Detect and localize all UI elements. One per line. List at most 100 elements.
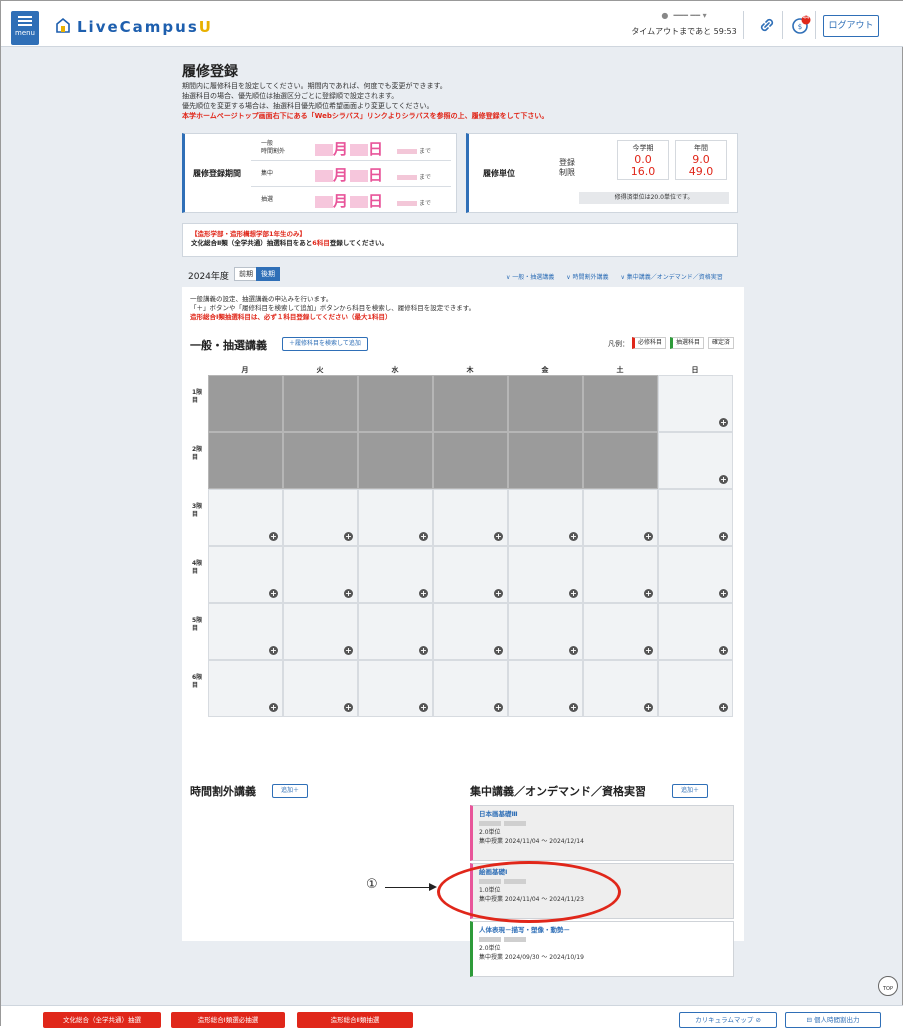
timetable-cell[interactable]: + xyxy=(658,489,733,546)
timetable-cell[interactable]: + xyxy=(658,546,733,603)
tab-first-term[interactable]: 前期 xyxy=(234,267,258,281)
timetable-cell[interactable]: + xyxy=(358,660,433,717)
timetable-cell[interactable]: + xyxy=(433,489,508,546)
add-course-plus-icon[interactable]: + xyxy=(569,646,578,655)
add-course-plus-icon[interactable]: + xyxy=(569,589,578,598)
tab-second-term[interactable]: 後期 xyxy=(256,267,280,281)
timetable-cell-unavailable xyxy=(358,432,433,489)
period-label: 2限目 xyxy=(192,446,203,461)
main-content: 履修登録 期間内に履修科目を設定してください。期間内であれば、何度でも変更ができ… xyxy=(166,51,756,977)
intensive-add-button[interactable]: 追加＋ xyxy=(672,784,709,798)
timetable-cell[interactable]: + xyxy=(658,660,733,717)
add-course-plus-icon[interactable]: + xyxy=(719,703,728,712)
timetable-cell[interactable]: + xyxy=(508,660,583,717)
course-card[interactable]: 日本画基礎Ⅲ 2.0単位 集中授業 2024/11/04 ～ 2024/12/1… xyxy=(470,805,734,861)
alert-message: 文化総合Ⅱ類（全学共通）抽選科目をあと6科目登録してください。 xyxy=(191,239,388,247)
timetable-cell[interactable]: + xyxy=(433,546,508,603)
period-row-date: 月日 xyxy=(315,164,385,185)
add-course-plus-icon[interactable]: + xyxy=(494,646,503,655)
offtime-add-button[interactable]: 追加＋ xyxy=(272,784,309,798)
course-name[interactable]: 日本画基礎Ⅲ xyxy=(479,810,727,819)
timetable-cell[interactable]: + xyxy=(583,603,658,660)
add-course-plus-icon[interactable]: + xyxy=(344,703,353,712)
timetable-cell[interactable]: + xyxy=(208,660,283,717)
timetable-cell[interactable]: + xyxy=(283,660,358,717)
annotation-arrow xyxy=(385,887,429,888)
app-frame: menu LiveCampusU ● ━━━ ━━ ▾ タイムアウトまであと 5… xyxy=(0,0,903,1028)
logo-text: LiveCampus xyxy=(77,18,199,36)
period-row-date: 月日 xyxy=(315,190,385,211)
timetable-panel: 一般講義の設定、抽選講義の申込みを行います。 「＋」ボタンや「履修科目を検索して… xyxy=(182,287,744,977)
timetable-cell[interactable]: + xyxy=(358,603,433,660)
timetable-cell[interactable]: + xyxy=(283,546,358,603)
add-course-plus-icon[interactable]: + xyxy=(344,532,353,541)
add-course-plus-icon[interactable]: + xyxy=(494,703,503,712)
day-header: 金 xyxy=(541,366,549,374)
add-course-plus-icon[interactable]: + xyxy=(269,646,278,655)
timetable-cell[interactable]: + xyxy=(208,546,283,603)
logo-accent: U xyxy=(198,18,213,36)
timetable-cell[interactable]: + xyxy=(433,603,508,660)
add-course-plus-icon[interactable]: + xyxy=(644,646,653,655)
anchor-link-general[interactable]: ∨ 一般・抽選講義 xyxy=(506,274,554,281)
academic-year: 2024年度 xyxy=(188,272,229,282)
add-course-plus-icon[interactable]: + xyxy=(569,532,578,541)
add-course-plus-icon[interactable]: + xyxy=(269,532,278,541)
add-course-plus-icon[interactable]: + xyxy=(269,703,278,712)
timetable-cell[interactable]: + xyxy=(433,660,508,717)
timetable-cell[interactable]: + xyxy=(283,603,358,660)
intro-line: 優先順位を変更する場合は、抽選科目優先順位希望画面より変更してください。 xyxy=(182,102,434,110)
add-course-plus-icon[interactable]: + xyxy=(494,589,503,598)
anchor-link-offtime[interactable]: ∨ 時間割外講義 xyxy=(566,274,608,281)
timetable-cell[interactable]: + xyxy=(508,546,583,603)
scroll-top-button[interactable]: TOP xyxy=(878,976,898,996)
timetable-cell[interactable]: + xyxy=(358,546,433,603)
add-course-plus-icon[interactable]: + xyxy=(344,589,353,598)
course-card[interactable]: 人体表現－描写・塑像・動勢－ 2.0単位 集中授業 2024/09/30 ～ 2… xyxy=(470,921,734,977)
add-course-plus-icon[interactable]: + xyxy=(569,703,578,712)
add-course-plus-icon[interactable]: + xyxy=(719,475,728,484)
timetable-cell[interactable]: + xyxy=(208,603,283,660)
units-label: 履修単位 xyxy=(483,169,515,178)
logout-button[interactable]: ログアウト xyxy=(823,15,879,37)
intensive-section-title: 集中講義／オンデマンド／資格実習 xyxy=(470,785,646,798)
add-course-plus-icon[interactable]: + xyxy=(344,646,353,655)
period-label: 履修登録期間 xyxy=(193,169,241,178)
add-course-plus-icon[interactable]: + xyxy=(419,646,428,655)
timetable-cell[interactable]: + xyxy=(583,546,658,603)
add-course-plus-icon[interactable]: + xyxy=(419,703,428,712)
add-course-plus-icon[interactable]: + xyxy=(644,589,653,598)
add-course-plus-icon[interactable]: + xyxy=(644,532,653,541)
units-col-header: 今学期 xyxy=(632,144,654,152)
add-course-plus-icon[interactable]: + xyxy=(719,589,728,598)
timetable-cell-unavailable xyxy=(283,432,358,489)
timetable-cell[interactable]: + xyxy=(658,432,733,489)
notification-count: 44 xyxy=(802,15,810,21)
timetable-cell[interactable]: + xyxy=(583,489,658,546)
course-name[interactable]: 人体表現－描写・塑像・動勢－ xyxy=(479,926,727,935)
add-course-plus-icon[interactable]: + xyxy=(419,532,428,541)
timetable-cell[interactable]: + xyxy=(208,489,283,546)
timetable-cell[interactable]: + xyxy=(508,489,583,546)
add-course-plus-icon[interactable]: + xyxy=(494,532,503,541)
timetable-cell[interactable]: + xyxy=(508,603,583,660)
footer-bar: 文化総合（全学共通）抽選 造形総合Ⅰ類選必抽選 造形総合Ⅱ類抽選 カリキュラムマ… xyxy=(1,1005,903,1028)
add-course-plus-icon[interactable]: + xyxy=(719,532,728,541)
user-info[interactable]: ● ━━━ ━━ ▾ タイムアウトまであと 59:53 xyxy=(629,11,739,37)
period-label: 4限目 xyxy=(192,560,203,575)
add-course-plus-icon[interactable]: + xyxy=(419,589,428,598)
add-course-plus-icon[interactable]: + xyxy=(644,703,653,712)
timetable-cell[interactable]: + xyxy=(658,603,733,660)
add-course-plus-icon[interactable]: + xyxy=(269,589,278,598)
search-add-course-button[interactable]: ＋履修科目を検索して追加 xyxy=(282,337,368,351)
add-course-plus-icon[interactable]: + xyxy=(719,418,728,427)
add-course-plus-icon[interactable]: + xyxy=(719,646,728,655)
timetable-cell[interactable]: + xyxy=(658,375,733,432)
anchor-link-intensive[interactable]: ∨ 集中講義／オンデマンド／資格実習 xyxy=(620,274,722,281)
link-icon[interactable] xyxy=(757,15,777,35)
menu-button[interactable]: menu xyxy=(11,11,39,45)
timetable-cell[interactable]: + xyxy=(583,660,658,717)
timetable-cell[interactable]: + xyxy=(283,489,358,546)
timetable-cell[interactable]: + xyxy=(358,489,433,546)
app-logo[interactable]: LiveCampusU xyxy=(77,18,213,36)
